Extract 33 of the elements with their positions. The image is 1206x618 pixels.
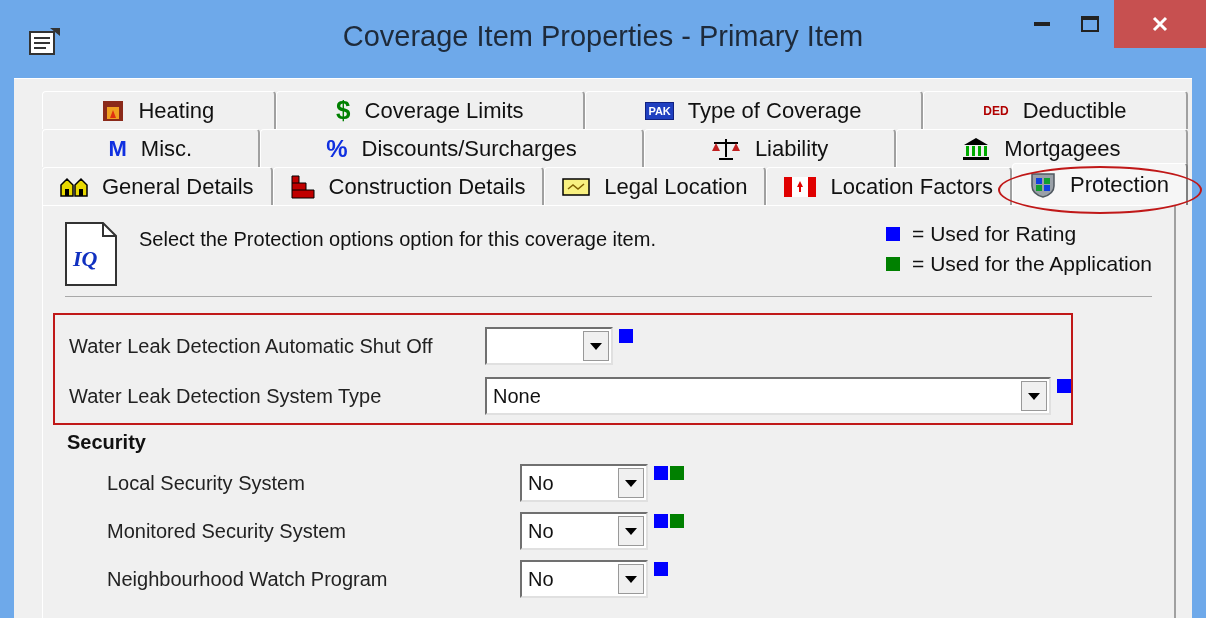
dropdown[interactable]: None (485, 377, 1051, 415)
tab-glyph-icon: DED (983, 103, 1009, 118)
tab[interactable]: Legal Location (544, 167, 767, 205)
dropdown[interactable]: No (520, 512, 648, 550)
tab[interactable]: General Details (42, 167, 273, 205)
window-title: Coverage Item Properties - Primary Item (342, 20, 864, 53)
field-label: Local Security System (106, 471, 306, 495)
legend-label: = Used for the Application (912, 252, 1152, 276)
section-heading: Security (67, 431, 147, 454)
tab-glyph-icon: % (326, 134, 348, 163)
field-label: Water Leak Detection System Type (69, 384, 383, 408)
tab[interactable]: Construction Details (272, 167, 545, 205)
tab-glyph-icon: M (108, 135, 127, 162)
tab[interactable]: Liability (644, 129, 896, 167)
legend-label: = Used for Rating (912, 222, 1077, 246)
tab[interactable]: DED Deductible (922, 91, 1189, 129)
tab[interactable]: Location Factors (766, 167, 1013, 205)
tab[interactable]: PAK Type of Coverage (584, 91, 923, 129)
tab-glyph-icon: $ (336, 95, 351, 126)
tab[interactable]: Heating (42, 91, 276, 129)
tab-glyph-icon: PAK (645, 101, 674, 120)
dropdown[interactable]: No (520, 560, 648, 598)
tab[interactable]: Protection (1012, 163, 1189, 205)
instruction-text: Select the Protection options option for this coverage item. (139, 228, 657, 251)
iq-document-icon: IQ (65, 222, 117, 286)
dropdown[interactable]: No (520, 464, 648, 502)
tab[interactable]: $ Coverage Limits (275, 91, 585, 129)
tab[interactable]: M Misc. (42, 129, 260, 167)
tab[interactable]: Mortgagees (895, 129, 1189, 167)
field-label: Water Leak Detection Automatic Shut Off (69, 334, 434, 358)
field-label: Monitored Security System (106, 519, 347, 543)
field-label: Neighbourhood Watch Program (106, 567, 389, 591)
tab[interactable]: % Discounts/Surcharges (259, 129, 645, 167)
